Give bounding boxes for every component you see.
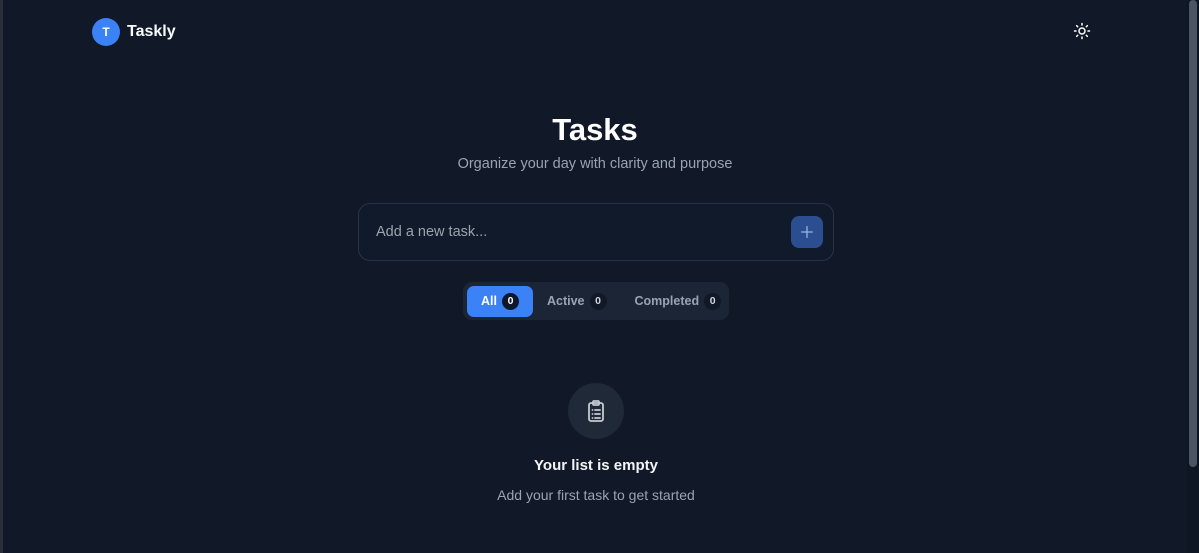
brand[interactable]: T Taskly [92, 18, 176, 46]
empty-state-subtitle: Add your first task to get started [497, 487, 695, 503]
tab-label: All [481, 294, 497, 308]
empty-state-title: Your list is empty [534, 457, 658, 474]
tab-label: Completed [634, 294, 700, 308]
add-task-button[interactable] [791, 216, 823, 248]
tab-label: Active [546, 294, 585, 308]
count-badge: 0 [589, 292, 607, 310]
tab-all[interactable]: All 0 [467, 285, 533, 317]
clipboard-list-icon [588, 400, 604, 422]
add-task-form [358, 203, 834, 261]
plus-icon [801, 226, 813, 238]
filter-tabs: All 0 Active 0 Completed 0 [463, 282, 729, 320]
sun-icon [1073, 22, 1091, 40]
tab-completed[interactable]: Completed 0 [621, 286, 736, 317]
empty-state-icon-circle [568, 383, 624, 439]
page-subtitle: Organize your day with clarity and purpo… [457, 156, 733, 172]
scrollbar-thumb[interactable] [1189, 0, 1197, 467]
tab-active[interactable]: Active 0 [533, 286, 621, 317]
app-name: Taskly [127, 23, 176, 40]
theme-toggle-button[interactable] [1072, 21, 1092, 41]
count-badge: 0 [704, 292, 722, 310]
task-input[interactable] [376, 224, 791, 240]
page-title: Tasks [552, 112, 638, 147]
app-header: T Taskly [92, 17, 1099, 47]
count-badge: 0 [501, 292, 519, 310]
logo-avatar: T [92, 18, 120, 46]
